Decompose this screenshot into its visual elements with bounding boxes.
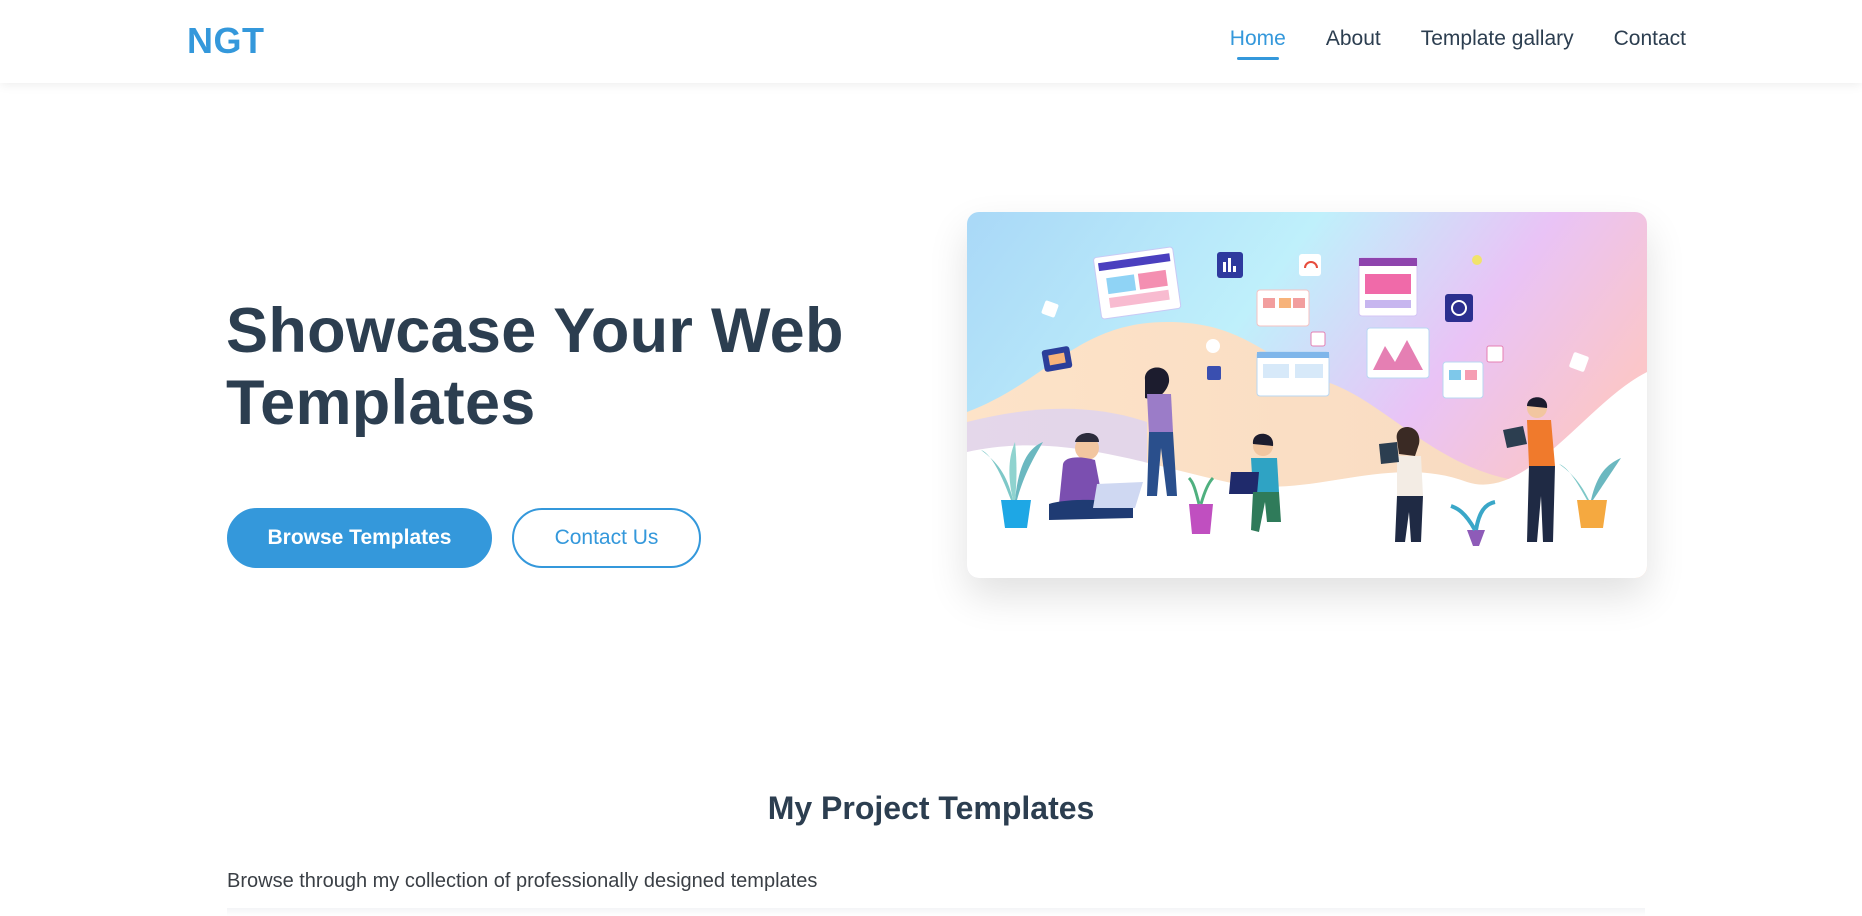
- contact-us-button[interactable]: Contact Us: [512, 508, 701, 568]
- section-title: My Project Templates: [767, 790, 1095, 826]
- browse-templates-button[interactable]: Browse Templates: [227, 508, 492, 568]
- hero-illustration: [967, 212, 1647, 578]
- main-nav: Home About Template gallary Contact: [1230, 27, 1686, 60]
- site-logo[interactable]: NGT: [187, 20, 265, 62]
- site-header: NGT Home About Template gallary Contact: [0, 0, 1862, 83]
- nav-home[interactable]: Home: [1230, 27, 1286, 60]
- nav-about[interactable]: About: [1326, 27, 1381, 57]
- hero-title-line2: Templates: [226, 368, 536, 438]
- team-collaboration-illustration: [967, 212, 1647, 578]
- hero-title: Showcase Your Web Templates: [226, 295, 926, 439]
- hero-title-line1: Showcase Your Web: [226, 296, 844, 366]
- nav-template-gallery[interactable]: Template gallary: [1421, 27, 1574, 57]
- section-subtitle: Browse through my collection of professi…: [227, 870, 818, 892]
- nav-contact[interactable]: Contact: [1614, 27, 1686, 57]
- content-divider: [227, 908, 1645, 916]
